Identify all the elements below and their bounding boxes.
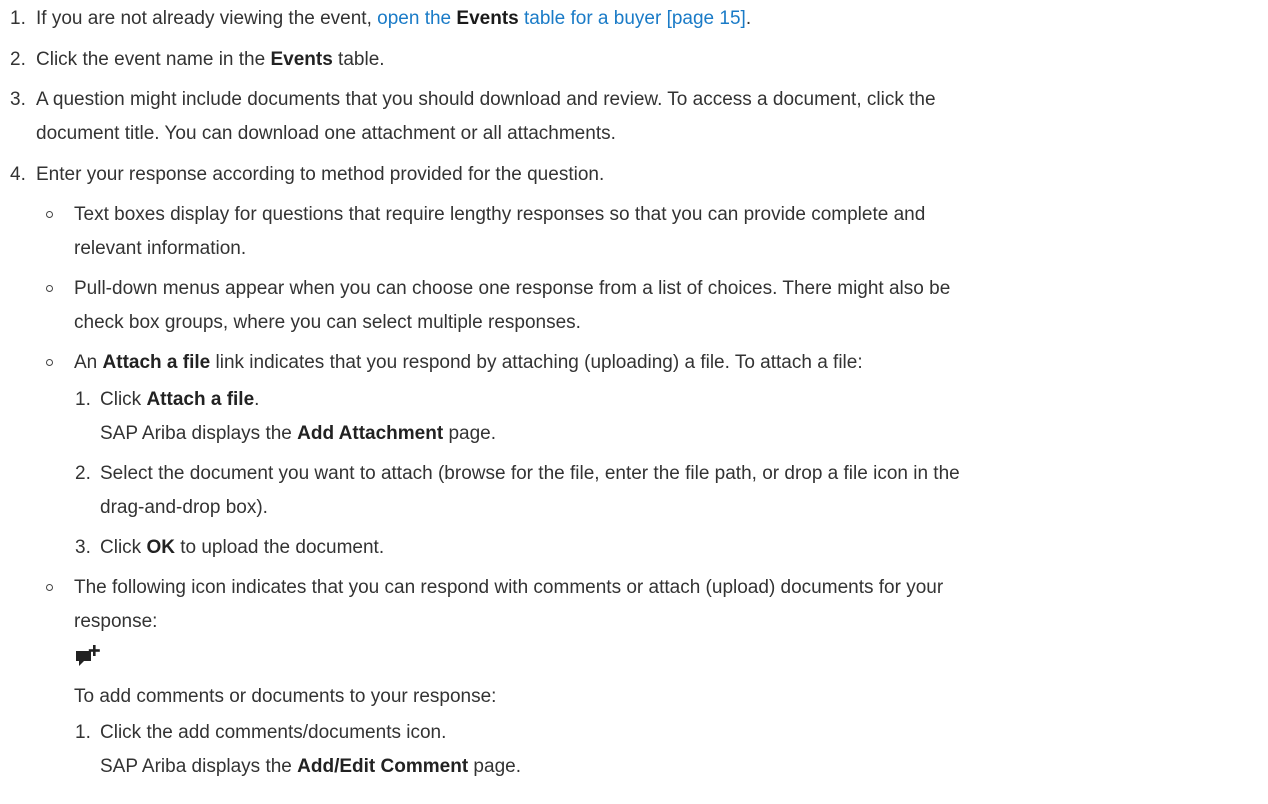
step-2-text: Click the event name in the Events table… [36, 45, 385, 75]
step-2-bold: Events [270, 49, 333, 70]
sub-step-number: 1. [75, 389, 91, 410]
document-page: { "steps": { "s1": { "num": "1.", "pre":… [0, 0, 1268, 804]
sub-step-number: 1. [75, 722, 91, 743]
bullet-4-after: To add comments or documents to your res… [74, 686, 497, 707]
bullet-2-line-2: check box groups, where you can select m… [74, 312, 581, 333]
attach-step-1-pre: Click [100, 389, 147, 410]
comment-step-1-l2-bold: Add/Edit Comment [297, 756, 469, 777]
sub-step-number: 2. [75, 463, 91, 484]
comment-step-1-line-1: Click the add comments/documents icon. [100, 722, 447, 743]
sub-step-number: 3. [75, 537, 91, 558]
bullet-3-bold: Attach a file [102, 352, 211, 373]
attach-step-1-bold: Attach a file [146, 389, 255, 410]
comment-step-1-l2-post: page. [468, 756, 521, 777]
bullet-2-line-1: Pull-down menus appear when you can choo… [74, 278, 951, 299]
bullet-circle-icon [46, 359, 53, 366]
bullet-1-line-2: relevant information. [74, 238, 247, 259]
attach-step-3-post: to upload the document. [174, 537, 385, 558]
attach-step-2-line-1: Select the document you want to attach (… [100, 463, 960, 484]
attach-step-1-line-2: SAP Ariba displays the Add Attachment pa… [100, 419, 496, 449]
bullet-3-pre: An [74, 352, 103, 373]
attach-step-1-post: . [254, 389, 260, 410]
bullet-circle-icon [46, 285, 53, 292]
step-2-post: table. [332, 49, 385, 70]
step-2-pre: Click the event name in the [36, 49, 271, 70]
attach-step-1-l2-pre: SAP Ariba displays the [100, 423, 298, 444]
bullet-circle-icon [46, 211, 53, 218]
events-table-link[interactable]: open the Events table for a buyer [page … [377, 8, 746, 29]
link-part-bold[interactable]: Events [456, 8, 518, 29]
bullet-4-line-1: The following icon indicates that you ca… [74, 577, 944, 598]
step-4-text: Enter your response according to method … [36, 164, 605, 185]
comment-step-1-line-2: SAP Ariba displays the Add/Edit Comment … [100, 752, 521, 782]
step-number: 1. [10, 8, 26, 29]
step-number: 4. [10, 164, 26, 185]
step-3-line-1: A question might include documents that … [36, 89, 936, 110]
bullet-1-line-1: Text boxes display for questions that re… [74, 204, 926, 225]
step-1-pre: If you are not already viewing the event… [36, 8, 378, 29]
bullet-4-line-2: response: [74, 611, 158, 632]
attach-step-1-l2-post: page. [443, 423, 497, 444]
step-1-post: . [745, 8, 752, 29]
link-part-c[interactable]: table for a buyer [page 15] [519, 8, 746, 29]
link-part-a[interactable]: open the [377, 8, 456, 29]
attach-step-1-line-1: Click Attach a file. [100, 385, 259, 415]
bullet-3-text: An Attach a file link indicates that you… [74, 348, 863, 378]
attach-step-3-text: Click OK to upload the document. [100, 533, 384, 563]
step-1-text: If you are not already viewing the event… [36, 4, 751, 34]
step-3-line-2: document title. You can download one att… [36, 123, 616, 144]
attach-step-3-bold: OK [146, 537, 175, 558]
add-comment-icon [76, 645, 100, 666]
bullet-circle-icon [46, 584, 53, 591]
step-number: 2. [10, 49, 26, 70]
bullet-3-post: link indicates that you respond by attac… [210, 352, 863, 373]
comment-step-1-l2-pre: SAP Ariba displays the [100, 756, 298, 777]
step-number: 3. [10, 89, 26, 110]
attach-step-1-l2-bold: Add Attachment [297, 423, 444, 444]
attach-step-3-pre: Click [100, 537, 147, 558]
attach-step-2-line-2: drag-and-drop box). [100, 497, 268, 518]
